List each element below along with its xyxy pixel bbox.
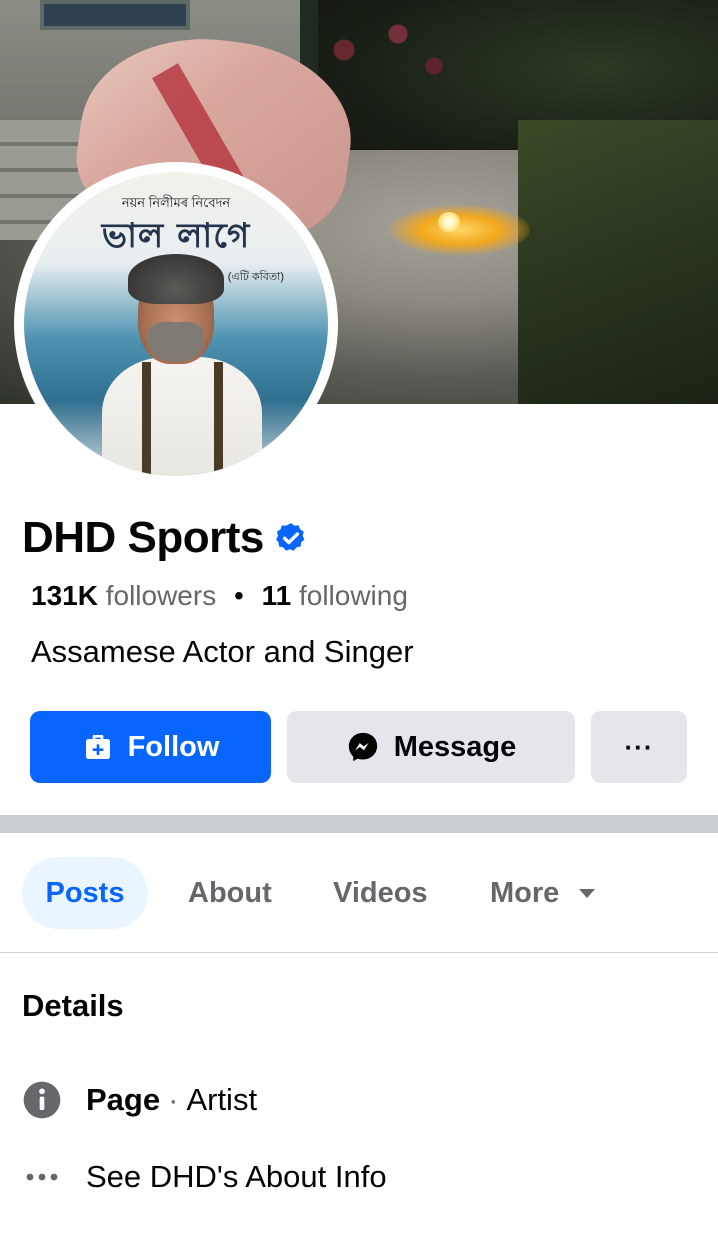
message-label: Message — [393, 730, 517, 763]
tab-posts-label: Posts — [45, 876, 125, 909]
more-dots-icon: ··· — [624, 731, 654, 762]
detail-page-label: Page — [86, 1082, 161, 1117]
stats-separator: • — [233, 580, 244, 611]
detail-about-link[interactable]: See DHD's About Info — [22, 1157, 387, 1197]
tab-videos-label: Videos — [333, 876, 428, 909]
profile-avatar[interactable]: নয়ন নিলীমৰ নিবেদন ভাল লাগে (এটি কবিতা) — [14, 162, 338, 486]
details-heading: Details — [22, 988, 124, 1023]
page-title: DHD Sports — [22, 513, 264, 562]
avatar-shirt — [102, 357, 262, 476]
avatar-strap-right — [214, 362, 223, 476]
cover-window — [40, 0, 190, 30]
tab-about[interactable]: About — [188, 857, 272, 929]
ellipsis-icon — [22, 1157, 62, 1197]
verified-badge-icon — [276, 523, 305, 551]
cover-lamp-flame — [438, 212, 460, 232]
detail-separator: · — [168, 1082, 179, 1117]
tab-more-label: More — [490, 876, 560, 909]
follow-icon — [85, 735, 110, 759]
more-options-button[interactable]: ··· — [591, 711, 687, 783]
tabs-divider — [0, 952, 718, 953]
avatar-image: নয়ন নিলীমৰ নিবেদন ভাল লাগে (এটি কবিতা) — [24, 172, 328, 476]
cover-lamp-glow — [390, 205, 530, 255]
tab-about-label: About — [188, 876, 272, 909]
tab-videos[interactable]: Videos — [333, 857, 428, 929]
follow-button[interactable]: Follow — [30, 711, 271, 783]
avatar-strap-left — [142, 362, 151, 476]
tab-more[interactable]: More — [490, 857, 597, 929]
avatar-beard — [148, 322, 204, 362]
detail-page-category: Page · Artist — [22, 1080, 257, 1120]
section-divider — [0, 815, 718, 833]
message-button[interactable]: Message — [287, 711, 575, 783]
follow-stats: 131K followers • 11 following — [31, 578, 408, 614]
caret-down-icon — [579, 889, 596, 898]
followers-count[interactable]: 131K — [31, 580, 98, 611]
page-title-row: DHD Sports — [22, 512, 308, 564]
followers-label[interactable]: followers — [106, 580, 216, 611]
page-bio: Assamese Actor and Singer — [31, 634, 414, 669]
tab-posts[interactable]: Posts — [22, 857, 148, 929]
following-label[interactable]: following — [299, 580, 408, 611]
cover-grass — [518, 120, 718, 404]
about-info-link[interactable]: See DHD's About Info — [86, 1159, 387, 1195]
messenger-icon — [348, 732, 377, 762]
detail-page-category-value: Artist — [186, 1082, 258, 1117]
follow-label: Follow — [127, 730, 220, 763]
avatar-poster-subtitle: (এটি কবিতা) — [227, 271, 284, 283]
info-icon — [22, 1080, 62, 1120]
avatar-hair — [128, 254, 224, 304]
following-count[interactable]: 11 — [262, 580, 292, 611]
